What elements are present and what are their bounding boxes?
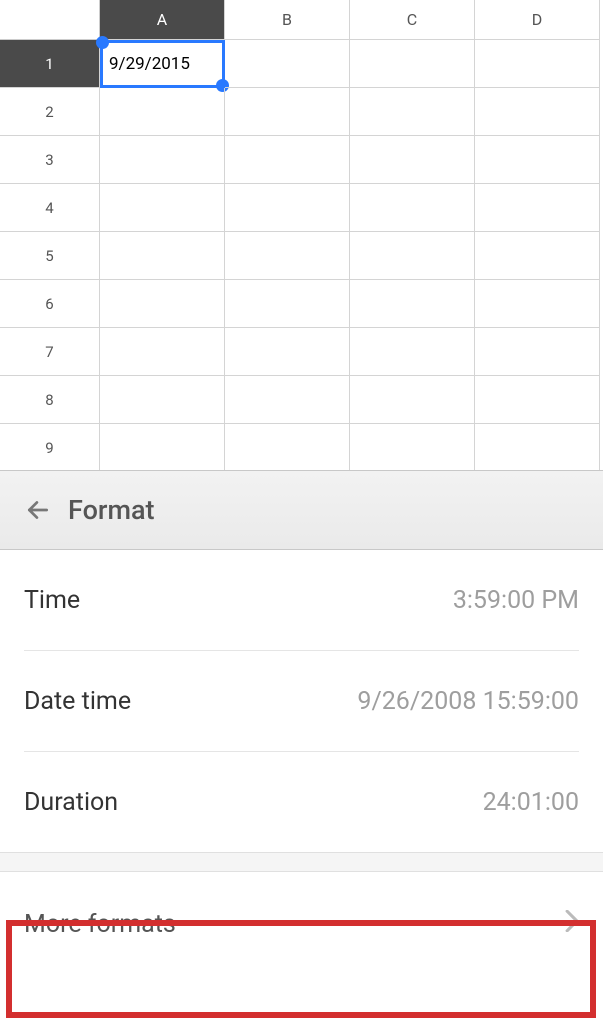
row-header-7[interactable]: 7: [0, 328, 100, 376]
panel-title: Format: [68, 494, 155, 526]
column-headers-row: A B C D: [0, 0, 603, 40]
format-option-time[interactable]: Time 3:59:00 PM: [0, 550, 603, 650]
cell-a9[interactable]: [100, 424, 225, 470]
cell-b4[interactable]: [225, 184, 350, 232]
row-header-4[interactable]: 4: [0, 184, 100, 232]
column-header-d[interactable]: D: [475, 0, 600, 40]
cell-b9[interactable]: [225, 424, 350, 470]
cell-b1[interactable]: [225, 40, 350, 88]
row-header-1[interactable]: 1: [0, 40, 100, 88]
cell-value: 9/29/2015: [109, 54, 190, 74]
cell-a1[interactable]: 9/29/2015: [100, 40, 225, 88]
arrow-left-icon: [25, 497, 51, 523]
format-label: Time: [24, 586, 80, 615]
cell-b2[interactable]: [225, 88, 350, 136]
format-label: Duration: [24, 788, 118, 817]
row-header-2[interactable]: 2: [0, 88, 100, 136]
cell-a6[interactable]: [100, 280, 225, 328]
format-option-duration[interactable]: Duration 24:01:00: [0, 752, 603, 852]
more-formats-button[interactable]: More formats: [0, 872, 603, 976]
cell-c7[interactable]: [350, 328, 475, 376]
row-header-9[interactable]: 9: [0, 424, 100, 470]
cell-d8[interactable]: [475, 376, 600, 424]
cell-b5[interactable]: [225, 232, 350, 280]
cell-c9[interactable]: [350, 424, 475, 470]
cell-d1[interactable]: [475, 40, 600, 88]
cell-c6[interactable]: [350, 280, 475, 328]
cell-c4[interactable]: [350, 184, 475, 232]
row-headers-column: 1 2 3 4 5 6 7 8 9: [0, 40, 100, 470]
row-header-5[interactable]: 5: [0, 232, 100, 280]
cell-b3[interactable]: [225, 136, 350, 184]
section-gap: [0, 852, 603, 872]
cell-d4[interactable]: [475, 184, 600, 232]
cell-d6[interactable]: [475, 280, 600, 328]
back-button[interactable]: [18, 490, 58, 530]
format-options-list: Time 3:59:00 PM Date time 9/26/2008 15:5…: [0, 550, 603, 852]
cells-area: 9/29/2015: [100, 40, 600, 470]
format-value: 24:01:00: [483, 788, 579, 817]
cell-c1[interactable]: [350, 40, 475, 88]
column-header-b[interactable]: B: [225, 0, 350, 40]
cell-a3[interactable]: [100, 136, 225, 184]
cell-d2[interactable]: [475, 88, 600, 136]
format-label: Date time: [24, 687, 131, 716]
cell-a7[interactable]: [100, 328, 225, 376]
cell-c2[interactable]: [350, 88, 475, 136]
cell-b8[interactable]: [225, 376, 350, 424]
cell-d9[interactable]: [475, 424, 600, 470]
cell-c3[interactable]: [350, 136, 475, 184]
selection-handle-top-left[interactable]: [96, 36, 109, 49]
column-header-c[interactable]: C: [350, 0, 475, 40]
row-header-3[interactable]: 3: [0, 136, 100, 184]
cell-b6[interactable]: [225, 280, 350, 328]
grid-corner[interactable]: [0, 0, 100, 40]
cell-d7[interactable]: [475, 328, 600, 376]
format-option-date-time[interactable]: Date time 9/26/2008 15:59:00: [0, 651, 603, 751]
column-header-a[interactable]: A: [100, 0, 225, 40]
format-value: 3:59:00 PM: [453, 586, 579, 615]
more-formats-label: More formats: [24, 910, 176, 939]
spreadsheet-grid: A B C D 1 2 3 4 5 6 7 8 9 9/29/2015: [0, 0, 603, 470]
cell-a4[interactable]: [100, 184, 225, 232]
cell-d3[interactable]: [475, 136, 600, 184]
cell-a8[interactable]: [100, 376, 225, 424]
row-header-6[interactable]: 6: [0, 280, 100, 328]
format-value: 9/26/2008 15:59:00: [357, 687, 579, 716]
row-header-8[interactable]: 8: [0, 376, 100, 424]
cell-c8[interactable]: [350, 376, 475, 424]
cell-a2[interactable]: [100, 88, 225, 136]
cell-d5[interactable]: [475, 232, 600, 280]
cell-c5[interactable]: [350, 232, 475, 280]
cell-a5[interactable]: [100, 232, 225, 280]
cell-b7[interactable]: [225, 328, 350, 376]
chevron-right-icon: [565, 910, 579, 938]
format-panel-header: Format: [0, 470, 603, 550]
